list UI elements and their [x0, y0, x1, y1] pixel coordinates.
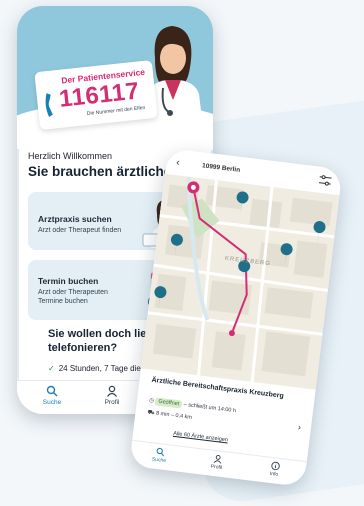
patientenservice-logo: Der Patientenservice 116117 Die Nummer m…: [34, 59, 158, 131]
map-view[interactable]: KREUZBERG: [140, 173, 340, 390]
distance-info: ⛟ 8 min – 0,4 km: [147, 410, 192, 422]
check-icon: ✓: [48, 364, 55, 373]
tab-search[interactable]: Suche: [144, 445, 176, 465]
tab-label: Suche: [42, 399, 62, 406]
card-title: Termin buchen: [38, 276, 99, 286]
tab-search[interactable]: Suche: [32, 385, 72, 406]
result-panel[interactable]: Ärztliche Bereitschaftspraxis Kreuzberg …: [129, 368, 316, 488]
tab-profile[interactable]: Profil: [92, 385, 132, 406]
tab-label: Info: [269, 470, 279, 478]
back-chevron-icon[interactable]: ‹: [176, 157, 181, 168]
profile-icon: [213, 454, 221, 464]
card-subtitle: Arzt oder Therapeuten Termine buchen: [38, 289, 108, 305]
chevron-right-icon[interactable]: ›: [297, 422, 301, 432]
search-icon: [46, 385, 58, 397]
tab-label: Profil: [210, 463, 223, 471]
tab-profile[interactable]: Profil: [201, 453, 233, 473]
profile-icon: [107, 385, 117, 397]
greeting-text: Herzlich Willkommen: [28, 151, 113, 161]
filter-icon[interactable]: [318, 175, 332, 186]
tab-label: Profil: [104, 399, 120, 406]
map-canvas: [147, 176, 335, 383]
info-icon: [270, 461, 280, 471]
card-subtitle: Arzt oder Therapeut finden: [38, 227, 122, 234]
card-title: Arztpraxis suchen: [38, 214, 112, 224]
distance-text: 8 min – 0,4 km: [155, 410, 193, 421]
search-icon: [156, 447, 164, 457]
tab-info[interactable]: Info: [259, 460, 291, 480]
open-badge: Geöffnet: [154, 397, 183, 409]
location-label: 10999 Berlin: [201, 162, 241, 174]
header-banner: Der Patientenservice 116117 Die Nummer m…: [17, 6, 213, 162]
tab-label: Suche: [151, 456, 167, 465]
show-all-link[interactable]: Alle 60 Ärzte anzeigen: [173, 431, 228, 444]
closing-time: – schließt um 14:00 h: [183, 401, 237, 415]
